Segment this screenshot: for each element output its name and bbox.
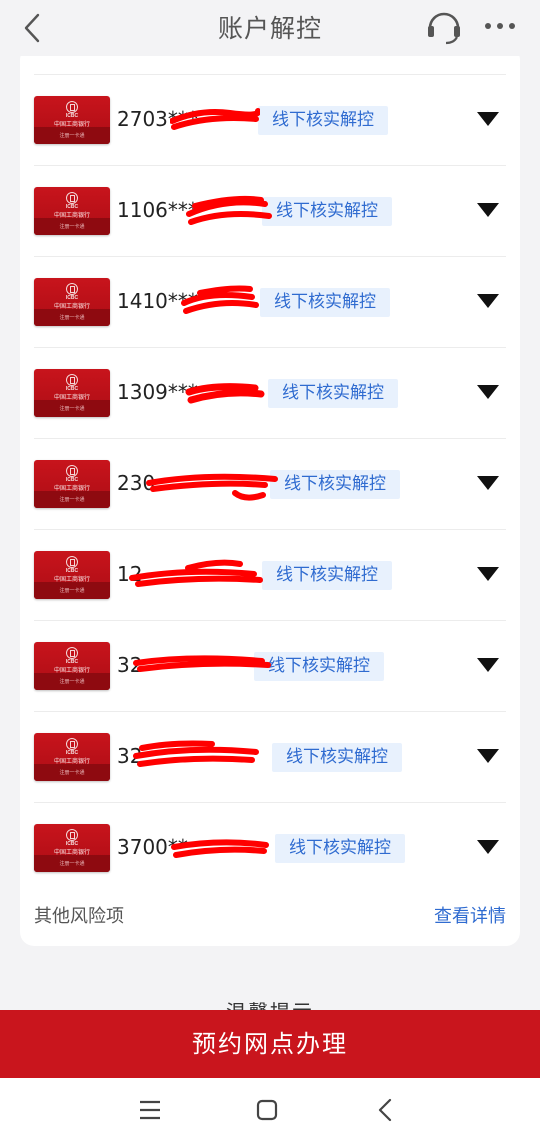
bank-card-thumbnail: ICBC 中国工商银行 注册一卡通 — [34, 369, 110, 417]
triangle-down-icon — [477, 840, 499, 854]
account-row[interactable]: ICBC 中国工商银行 注册一卡通 230 线下核实解控 — [20, 439, 520, 530]
expand-button[interactable] — [476, 837, 500, 857]
account-number: 3700** — [117, 835, 188, 859]
bank-logo-icon — [66, 738, 78, 750]
redaction-scribble — [133, 655, 271, 672]
view-details-link[interactable]: 查看详情 — [434, 902, 506, 928]
status-tag: 线下核实解控 — [262, 561, 392, 590]
back-arrow-icon — [378, 1098, 392, 1122]
triangle-down-icon — [477, 658, 499, 672]
triangle-down-icon — [477, 476, 499, 490]
bank-logo-icon — [66, 647, 78, 659]
bank-logo-icon — [66, 101, 78, 113]
status-tag: 线下核实解控 — [258, 106, 388, 135]
account-row[interactable]: ICBC 中国工商银行 注册一卡通 32 线下核实解控 — [20, 712, 520, 803]
triangle-down-icon — [477, 749, 499, 763]
account-row[interactable]: ICBC 中国工商银行 注册一卡通 2703*** 线下核实解控 — [20, 75, 520, 166]
status-tag: 线下核实解控 — [262, 197, 392, 226]
more-dots-icon — [485, 23, 515, 29]
status-tag: 线下核实解控 — [272, 743, 402, 772]
account-list-card: ICBC 中国工商银行 注册一卡通 2703*** 线下核实解控 ICBC 中国工商银… — [20, 46, 520, 946]
status-tag: 线下核实解控 — [260, 288, 390, 317]
triangle-down-icon — [477, 203, 499, 217]
other-risk-label: 其他风险项 — [34, 906, 124, 927]
bank-card-thumbnail: ICBC 中国工商银行 注册一卡通 — [34, 278, 110, 326]
top-bar: 账户解控 — [0, 0, 540, 56]
account-row[interactable]: ICBC 中国工商银行 注册一卡通 1106**** 线下核实解控 — [20, 166, 520, 257]
redaction-scribble — [146, 473, 278, 501]
system-nav-bar — [0, 1078, 540, 1143]
bank-card-thumbnail: ICBC 中国工商银行 注册一卡通 — [34, 733, 110, 781]
redaction-scribble — [129, 559, 263, 587]
expand-button[interactable] — [476, 473, 500, 493]
bank-card-thumbnail: ICBC 中国工商银行 注册一卡通 — [34, 460, 110, 508]
triangle-down-icon — [477, 567, 499, 581]
account-number: 1410*** — [117, 289, 198, 313]
expand-button[interactable] — [476, 200, 500, 220]
account-row[interactable]: ICBC 中国工商银行 注册一卡通 1309*** 线下核实解控 — [20, 348, 520, 439]
recent-apps-button[interactable] — [136, 1098, 164, 1122]
expand-button[interactable] — [476, 564, 500, 584]
account-row[interactable]: ICBC 中国工商银行 注册一卡通 1410*** 线下核实解控 — [20, 257, 520, 348]
account-number: 1106**** — [117, 198, 208, 222]
bank-logo-icon — [66, 374, 78, 386]
bank-logo-icon — [66, 829, 78, 841]
account-number: 12 — [117, 562, 143, 586]
account-row[interactable]: ICBC 中国工商银行 注册一卡通 12 线下核实解控 — [20, 530, 520, 621]
triangle-down-icon — [477, 112, 499, 126]
status-tag: 线下核实解控 — [254, 652, 384, 681]
bank-card-thumbnail: ICBC 中国工商银行 注册一卡通 — [34, 551, 110, 599]
account-number: 230 — [117, 471, 156, 495]
triangle-down-icon — [477, 385, 499, 399]
triangle-down-icon — [477, 294, 499, 308]
expand-button[interactable] — [476, 109, 500, 129]
bank-card-thumbnail: ICBC 中国工商银行 注册一卡通 — [34, 824, 110, 872]
menu-icon — [140, 1100, 160, 1120]
expand-button[interactable] — [476, 746, 500, 766]
account-number: 2703*** — [117, 107, 198, 131]
book-branch-button[interactable]: 预约网点办理 — [0, 1010, 540, 1078]
bank-logo-icon — [66, 465, 78, 477]
account-number: 32 — [117, 744, 143, 768]
status-tag: 线下核实解控 — [275, 834, 405, 863]
bank-logo-icon — [66, 192, 78, 204]
bank-logo-icon — [66, 283, 78, 295]
status-tag: 线下核实解控 — [268, 379, 398, 408]
bank-card-thumbnail: ICBC 中国工商银行 注册一卡通 — [34, 187, 110, 235]
more-button[interactable] — [480, 8, 520, 44]
account-row[interactable]: ICBC 中国工商银行 注册一卡通 32 线下核实解控 — [20, 621, 520, 712]
bank-card-thumbnail: ICBC 中国工商银行 注册一卡通 — [34, 642, 110, 690]
redaction-scribble — [133, 740, 259, 767]
customer-service-button[interactable] — [424, 6, 464, 46]
headset-icon — [428, 12, 460, 45]
home-button[interactable] — [254, 1097, 280, 1123]
account-number: 1309*** — [117, 380, 198, 404]
bank-card-thumbnail: ICBC 中国工商银行 注册一卡通 — [34, 96, 110, 144]
expand-button[interactable] — [476, 655, 500, 675]
expand-button[interactable] — [476, 382, 500, 402]
system-back-button[interactable] — [372, 1096, 398, 1124]
account-number: 32 — [117, 653, 143, 677]
account-row[interactable]: ICBC 中国工商银行 注册一卡通 3700** 线下核实解控 — [20, 803, 520, 894]
home-square-icon — [256, 1099, 278, 1121]
bank-logo-icon — [66, 556, 78, 568]
expand-button[interactable] — [476, 291, 500, 311]
status-tag: 线下核实解控 — [270, 470, 400, 499]
